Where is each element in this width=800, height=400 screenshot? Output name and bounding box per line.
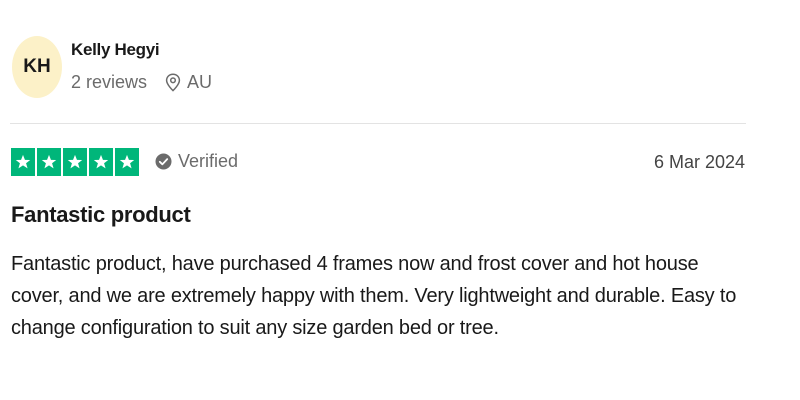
divider: [10, 123, 746, 124]
review-date: 6 Mar 2024: [653, 152, 745, 172]
star-icon: [11, 148, 35, 176]
map-pin-icon: [165, 73, 181, 92]
star-icon: [89, 148, 113, 176]
review-body: Fantastic product, have purchased 4 fram…: [11, 253, 737, 339]
star-icon: [37, 148, 61, 176]
verified-badge[interactable]: Verified: [155, 151, 238, 172]
reviewer-country: AU: [187, 72, 213, 92]
reviewer-name[interactable]: Kelly Hegyi: [71, 40, 160, 60]
star-icon: [63, 148, 87, 176]
review-card: KH Kelly Hegyi 2 reviews AU Verified 6 M…: [0, 0, 800, 400]
avatar-initials: KH: [23, 56, 51, 77]
review-title[interactable]: Fantastic product: [11, 202, 191, 228]
avatar[interactable]: KH: [12, 36, 62, 98]
star-icon: [115, 148, 139, 176]
check-circle-icon: [155, 153, 172, 170]
reviewer-meta: 2 reviews AU: [71, 72, 212, 93]
verified-label: Verified: [178, 151, 239, 171]
reviews-count: 2 reviews: [71, 72, 148, 92]
star-rating: [11, 148, 139, 176]
